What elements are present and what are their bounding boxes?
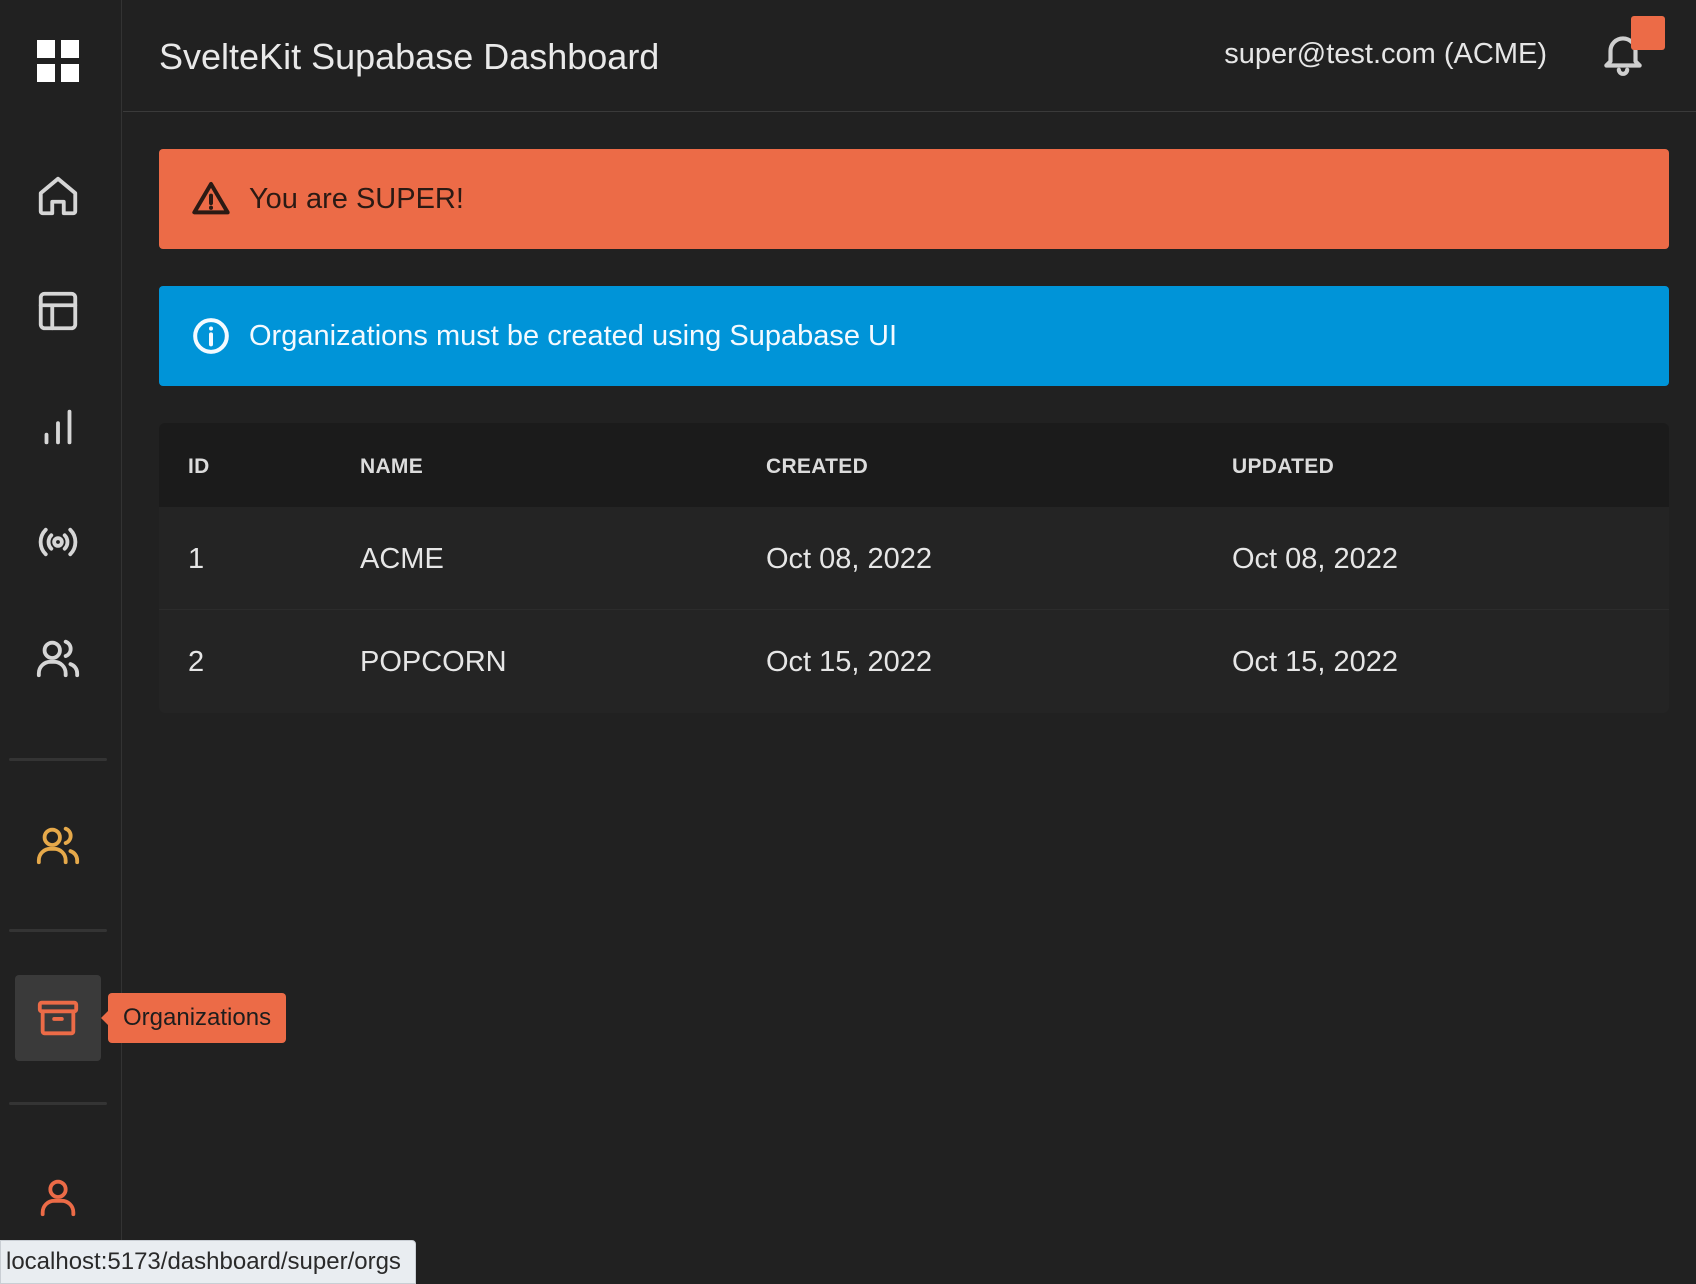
user-icon [40,1179,76,1217]
sidebar [0,0,122,1284]
sidebar-item-profile[interactable] [15,1154,101,1240]
user-account-label[interactable]: super@test.com (ACME) [1224,38,1547,71]
super-warning-alert: You are SUPER! [159,149,1669,249]
column-header-created[interactable]: CREATED [766,455,868,479]
sidebar-item-layout[interactable] [15,268,101,354]
table-header: ID NAME CREATED UPDATED [159,423,1669,507]
sidebar-divider [9,929,107,932]
organizations-table: ID NAME CREATED UPDATED 1 ACME Oct 08, 2… [159,423,1669,713]
organizations-tooltip: Organizations [100,993,287,1043]
app-title: SvelteKit Supabase Dashboard [159,36,660,77]
table-row[interactable]: 1 ACME Oct 08, 2022 Oct 08, 2022 [159,507,1669,610]
cell-updated: Oct 15, 2022 [1232,646,1399,678]
notification-badge [1631,16,1665,50]
top-header: SvelteKit Supabase Dashboard super@test.… [123,0,1696,112]
sidebar-item-home[interactable] [15,153,101,239]
warning-text: You are SUPER! [249,182,464,215]
users-icon [36,639,80,678]
sidebar-item-stats[interactable] [15,384,101,470]
column-header-name[interactable]: NAME [360,455,423,479]
archive-icon [37,1000,79,1036]
column-header-id[interactable]: ID [188,455,210,479]
organizations-info-alert: Organizations must be created using Supa… [159,286,1669,386]
users-icon [36,826,80,865]
cell-id: 2 [188,646,205,678]
sidebar-item-broadcast[interactable] [15,499,101,585]
cell-created: Oct 15, 2022 [766,646,933,678]
table-row[interactable]: 2 POPCORN Oct 15, 2022 Oct 15, 2022 [159,610,1669,713]
info-text: Organizations must be created using Supa… [249,319,898,352]
bar-chart-icon [44,409,72,445]
cell-name: POPCORN [360,646,507,678]
warning-triangle-icon [192,182,230,215]
apps-grid-icon [37,40,79,82]
layout-icon [38,291,78,331]
sidebar-divider [9,758,107,761]
column-header-updated[interactable]: UPDATED [1232,455,1334,479]
cell-id: 1 [188,543,205,575]
sidebar-item-team[interactable] [15,802,101,888]
broadcast-icon [38,527,78,557]
app: Organizations SvelteKit Supabase Dashboa… [0,0,1696,1284]
apps-grid-button[interactable] [15,18,101,104]
home-icon [38,176,78,216]
info-circle-icon [193,318,229,354]
sidebar-divider [9,1102,107,1105]
cell-name: ACME [360,543,444,575]
browser-status-url: localhost:5173/dashboard/super/orgs [0,1240,416,1284]
cell-created: Oct 08, 2022 [766,543,933,575]
sidebar-item-organizations[interactable] [15,975,101,1061]
cell-updated: Oct 08, 2022 [1232,543,1399,575]
sidebar-item-users[interactable] [15,615,101,701]
